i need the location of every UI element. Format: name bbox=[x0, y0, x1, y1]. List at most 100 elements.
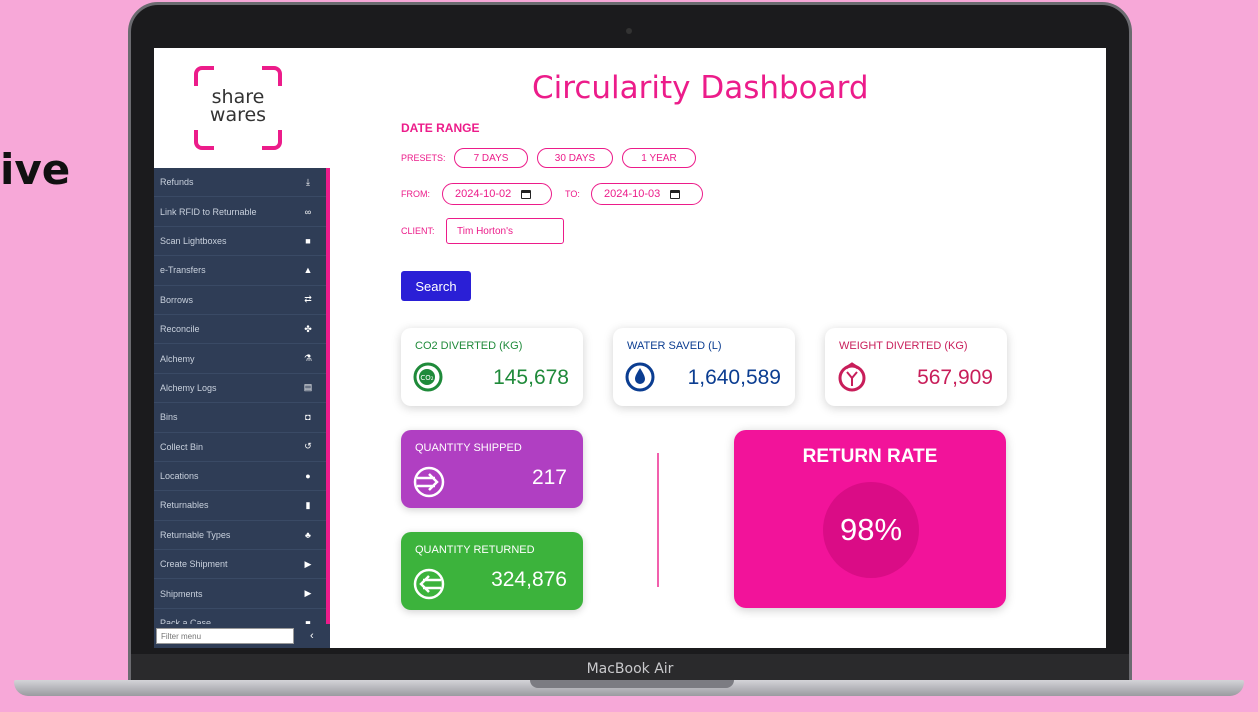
return-rate-value: 98% bbox=[839, 512, 903, 547]
search-button[interactable]: Search bbox=[401, 271, 471, 301]
undo-icon: ↺ bbox=[304, 441, 312, 452]
quantity-shipped-card: QUANTITY SHIPPED 217 bbox=[401, 430, 583, 508]
co2-icon: CO₂ bbox=[413, 362, 443, 392]
flask-icon: ⚗ bbox=[303, 353, 313, 364]
sidebar-item-collect-bin[interactable]: Collect Bin ↺ bbox=[154, 433, 326, 462]
presets-label: PRESETS: bbox=[401, 153, 446, 163]
sidebar-item-label: Returnables bbox=[160, 500, 209, 511]
sidebar-item-label: Alchemy Logs bbox=[160, 382, 217, 393]
sidebar-item-returnables[interactable]: Returnables ▮ bbox=[154, 491, 326, 521]
weight-diverted-card: WEIGHT DIVERTED (KG) 567,909 bbox=[825, 328, 1007, 406]
laptop-notch bbox=[530, 680, 734, 688]
co2-diverted-card: CO2 DIVERTED (KG) CO₂ 145,678 bbox=[401, 328, 583, 406]
cup-icon: ▮ bbox=[305, 499, 311, 510]
preset-7-days-button[interactable]: 7 DAYS bbox=[454, 148, 528, 168]
sharewares-logo: share wares bbox=[194, 66, 282, 150]
water-saved-card: WATER SAVED (L) 1,640,589 bbox=[613, 328, 795, 406]
sidebar-item-e-transfers[interactable]: e-Transfers ▲ bbox=[154, 256, 326, 286]
sidebar-footer: ‹ bbox=[154, 624, 330, 648]
sidebar-item-alchemy[interactable]: Alchemy ⚗ bbox=[154, 344, 326, 374]
sidebar-item-returnable-types[interactable]: Returnable Types ♣ bbox=[154, 521, 326, 551]
sidebar-item-label: Alchemy bbox=[160, 353, 195, 364]
filter-menu-input[interactable] bbox=[156, 628, 294, 644]
return-rate-card: RETURN RATE 98% bbox=[734, 430, 1006, 608]
from-label: FROM: bbox=[401, 189, 430, 199]
pin-icon: ● bbox=[305, 471, 311, 482]
to-date-value: 2024-10-03 bbox=[604, 188, 661, 200]
sidebar-item-label: Collect Bin bbox=[160, 441, 204, 452]
preset-1-year-button[interactable]: 1 YEAR bbox=[622, 148, 696, 168]
bank-icon: ▲ bbox=[303, 265, 313, 276]
weight-diverted-label: WEIGHT DIVERTED (KG) bbox=[839, 340, 968, 352]
handshake-icon: ✤ bbox=[304, 323, 312, 334]
app-screen: share wares Refunds ⤓ Link RFID to Returnab… bbox=[154, 48, 1106, 648]
sidebar-item-label: Link RFID to Returnable bbox=[160, 206, 257, 217]
co2-diverted-value: 145,678 bbox=[493, 366, 569, 389]
bin-icon: ◘ bbox=[305, 412, 311, 423]
calendar-icon[interactable] bbox=[521, 189, 532, 199]
sidebar-item-label: Shipments bbox=[160, 588, 203, 599]
sidebar-nav: Refunds ⤓ Link RFID to Returnable ∞ Scan Lig… bbox=[154, 168, 330, 648]
returned-arrow-icon bbox=[413, 568, 445, 600]
client-input[interactable]: Tim Horton's bbox=[446, 218, 564, 244]
repeat-icon: ⇄ bbox=[304, 294, 312, 305]
from-date-value: 2024-10-02 bbox=[455, 188, 512, 200]
quantity-shipped-label: QUANTITY SHIPPED bbox=[415, 442, 522, 454]
download-icon: ⤓ bbox=[306, 176, 310, 187]
device-brand-label: MacBook Air bbox=[586, 661, 674, 677]
water-drop-icon bbox=[625, 362, 655, 392]
quantity-returned-value: 324,876 bbox=[491, 568, 567, 591]
return-rate-circle: 98% bbox=[823, 482, 919, 578]
sidebar-item-bins[interactable]: Bins ◘ bbox=[154, 403, 326, 433]
quantity-shipped-value: 217 bbox=[531, 466, 567, 489]
sidebar-item-label: Create Shipment bbox=[160, 559, 228, 570]
background-partial-text: ive bbox=[0, 145, 71, 194]
sidebar-item-label: Returnable Types bbox=[160, 529, 231, 540]
vertical-divider bbox=[657, 453, 659, 587]
client-value: Tim Horton's bbox=[457, 225, 513, 237]
quantity-returned-label: QUANTITY RETURNED bbox=[415, 544, 535, 556]
weight-diverted-value: 567,909 bbox=[917, 366, 993, 389]
quantity-returned-card: QUANTITY RETURNED 324,876 bbox=[401, 532, 583, 610]
date-range-heading: DATE RANGE bbox=[401, 121, 480, 135]
shipped-arrow-icon bbox=[413, 466, 445, 498]
sidebar-item-label: Borrows bbox=[160, 294, 194, 305]
client-label: CLIENT: bbox=[401, 226, 435, 236]
sidebar-item-borrows[interactable]: Borrows ⇄ bbox=[154, 286, 326, 315]
logo-line2: wares bbox=[209, 104, 267, 126]
shapes-icon: ♣ bbox=[305, 529, 311, 540]
sidebar-item-label: e-Transfers bbox=[160, 265, 206, 276]
sidebar-item-label: Scan Lightboxes bbox=[160, 235, 227, 246]
svg-text:CO₂: CO₂ bbox=[420, 374, 433, 382]
weight-icon bbox=[838, 362, 866, 392]
water-saved-label: WATER SAVED (L) bbox=[627, 340, 722, 352]
from-date-input[interactable]: 2024-10-02 bbox=[442, 183, 552, 205]
sidebar-item-label: Bins bbox=[160, 412, 178, 423]
sidebar-item-label: Refunds bbox=[160, 177, 194, 188]
truck-icon: ▶ bbox=[304, 558, 312, 569]
sidebar-item-link-rfid-to-returnable[interactable]: Link RFID to Returnable ∞ bbox=[154, 197, 326, 227]
sidebar-item-alchemy-logs[interactable]: Alchemy Logs ▤ bbox=[154, 374, 326, 404]
truck-icon: ▶ bbox=[304, 588, 312, 599]
co2-diverted-label: CO2 DIVERTED (KG) bbox=[415, 340, 523, 352]
sidebar-item-reconcile[interactable]: Reconcile ✤ bbox=[154, 315, 326, 345]
box-icon: ■ bbox=[305, 235, 311, 246]
sidebar-item-shipments[interactable]: Shipments ▶ bbox=[154, 579, 326, 609]
camera-icon bbox=[626, 28, 632, 34]
link-icon: ∞ bbox=[304, 206, 312, 217]
sidebar-item-scan-lightboxes[interactable]: Scan Lightboxes ■ bbox=[154, 227, 326, 257]
to-date-input[interactable]: 2024-10-03 bbox=[591, 183, 703, 205]
to-label: TO: bbox=[565, 189, 580, 199]
calendar-icon[interactable] bbox=[670, 189, 681, 199]
sidebar-item-refunds[interactable]: Refunds ⤓ bbox=[154, 168, 326, 198]
preset-30-days-button[interactable]: 30 DAYS bbox=[537, 148, 613, 168]
log-icon: ▤ bbox=[303, 382, 313, 393]
sidebar-item-create-shipment[interactable]: Create Shipment ▶ bbox=[154, 550, 326, 580]
return-rate-label: RETURN RATE bbox=[802, 446, 938, 467]
sidebar-item-label: Locations bbox=[160, 471, 199, 482]
sidebar-item-label: Reconcile bbox=[160, 324, 200, 335]
sidebar-item-locations[interactable]: Locations ● bbox=[154, 462, 326, 492]
collapse-sidebar-icon[interactable]: ‹ bbox=[310, 630, 314, 642]
water-saved-value: 1,640,589 bbox=[687, 366, 781, 389]
page-title: Circularity Dashboard bbox=[532, 70, 869, 106]
